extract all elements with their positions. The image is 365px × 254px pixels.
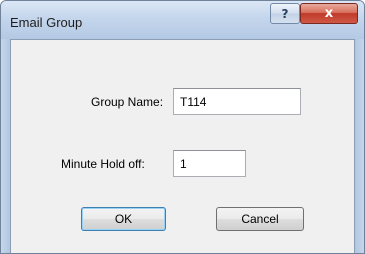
help-icon: ? xyxy=(281,6,289,21)
cancel-button[interactable]: Cancel xyxy=(216,207,304,231)
close-icon: x xyxy=(324,6,334,21)
email-group-dialog: Email Group ? x Group Name: Minute Hold … xyxy=(0,0,365,254)
window-frame-right xyxy=(355,39,364,253)
help-button[interactable]: ? xyxy=(270,3,300,24)
window-frame-left xyxy=(1,39,10,253)
close-button[interactable]: x xyxy=(300,3,358,24)
ok-button[interactable]: OK xyxy=(81,207,166,231)
minute-hold-off-field[interactable] xyxy=(173,150,246,177)
title-bar[interactable]: Email Group ? x xyxy=(1,1,364,39)
dialog-title: Email Group xyxy=(10,15,83,30)
dialog-body: Group Name: Minute Hold off: OK Cancel xyxy=(10,39,355,253)
group-name-field[interactable] xyxy=(173,88,301,115)
group-name-label: Group Name: xyxy=(91,95,164,109)
minute-hold-off-label: Minute Hold off: xyxy=(61,157,145,171)
